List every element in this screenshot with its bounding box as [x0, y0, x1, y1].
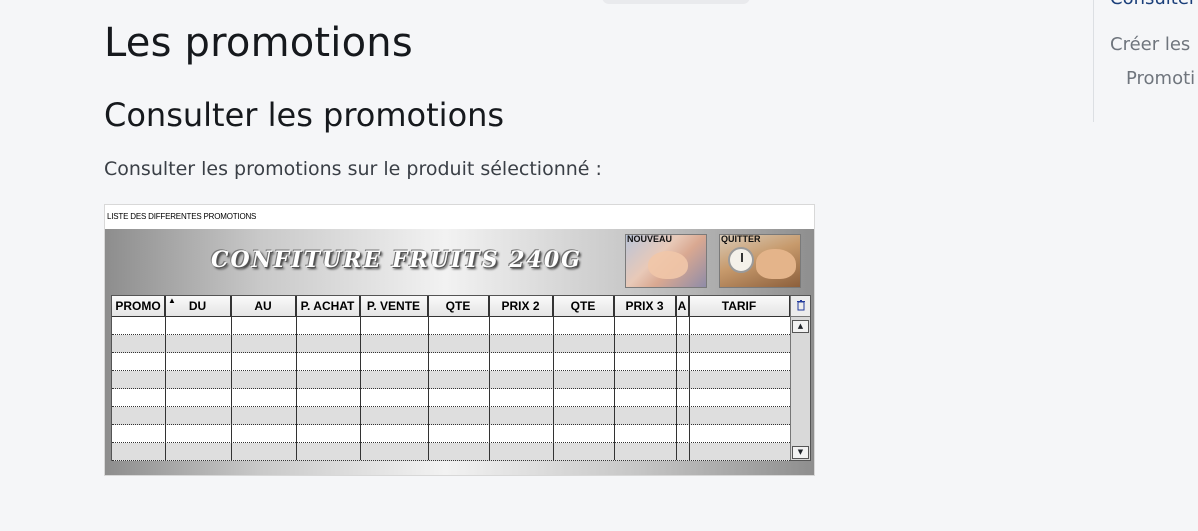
alarm-clock-icon: [728, 247, 754, 273]
col-header-qte-1[interactable]: QTE: [428, 296, 489, 316]
column-divider: [553, 296, 554, 460]
col-header-qte-2[interactable]: QTE: [553, 296, 614, 316]
column-divider: [614, 296, 615, 460]
promotions-window-screenshot: LISTE DES DIFFERENTES PROMOTIONS CONFITU…: [104, 204, 815, 476]
column-divider: [231, 296, 232, 460]
baby-image: [648, 251, 688, 279]
page-title: Les promotions: [104, 20, 413, 66]
trash-icon[interactable]: [791, 296, 810, 317]
col-header-du-label: DU: [188, 299, 207, 313]
top-pill-decoration: [602, 0, 750, 4]
toc-item-creer[interactable]: Créer les: [1110, 34, 1190, 55]
col-header-a[interactable]: A: [676, 296, 689, 316]
intro-paragraph: Consulter les promotions sur le produit …: [104, 158, 602, 180]
col-header-p-achat[interactable]: P. ACHAT: [296, 296, 360, 316]
product-name: CONFITURE FRUITS 240G: [211, 247, 582, 273]
column-divider: [689, 296, 690, 460]
col-header-promo[interactable]: PROMO: [112, 296, 165, 316]
col-header-tarif[interactable]: TARIF: [689, 296, 790, 316]
column-divider: [428, 296, 429, 460]
col-header-au[interactable]: AU: [231, 296, 296, 316]
column-divider: [165, 296, 166, 460]
window-title: LISTE DES DIFFERENTES PROMOTIONS: [107, 212, 257, 221]
window-body: CONFITURE FRUITS 240G NOUVEAU QUITTER PR…: [105, 229, 814, 475]
col-header-du[interactable]: ▲ DU: [165, 296, 231, 316]
quit-button-label: QUITTER: [721, 234, 761, 244]
col-header-prix-2[interactable]: PRIX 2: [489, 296, 553, 316]
toc-item-promotions[interactable]: Promoti: [1126, 68, 1195, 89]
scroll-down-button[interactable]: ▼: [792, 446, 809, 459]
vertical-scrollbar[interactable]: ▲ ▼: [790, 296, 810, 460]
column-divider: [296, 296, 297, 460]
col-header-p-vente[interactable]: P. VENTE: [360, 296, 428, 316]
col-header-prix-3[interactable]: PRIX 3: [614, 296, 676, 316]
sleeping-person-image: [756, 249, 796, 279]
column-divider: [489, 296, 490, 460]
new-promotion-button[interactable]: NOUVEAU: [625, 234, 707, 288]
table-of-contents: Consulter Créer les Promoti: [1093, 0, 1198, 122]
promotions-table[interactable]: PROMO ▲ DU AU P. ACHAT P. VENTE QTE PRIX…: [111, 295, 811, 461]
section-title: Consulter les promotions: [104, 96, 505, 134]
column-divider: [676, 296, 677, 460]
toc-item-consulter[interactable]: Consulter: [1110, 0, 1196, 9]
scroll-up-button[interactable]: ▲: [792, 320, 809, 333]
new-button-label: NOUVEAU: [627, 234, 673, 244]
sort-ascending-icon: ▲: [168, 296, 176, 305]
quit-button[interactable]: QUITTER: [719, 234, 801, 288]
column-divider: [360, 296, 361, 460]
